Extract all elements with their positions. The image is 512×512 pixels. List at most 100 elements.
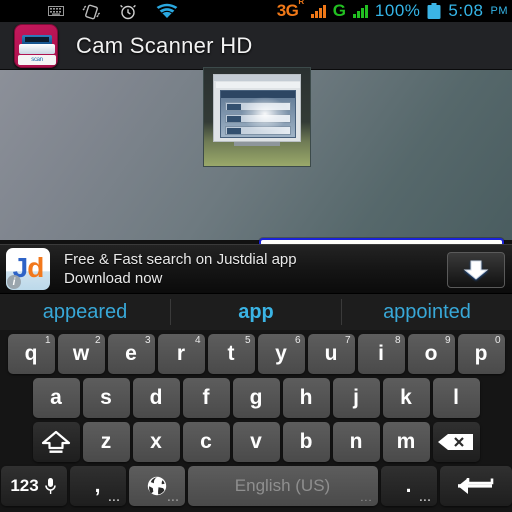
key-b[interactable]: b bbox=[282, 422, 330, 462]
key-i-number: 8 bbox=[394, 335, 401, 346]
key-k[interactable]: k bbox=[382, 378, 430, 418]
key-a[interactable]: a bbox=[32, 378, 80, 418]
key-d[interactable]: d bbox=[132, 378, 180, 418]
signal-bars-g-icon bbox=[352, 4, 368, 18]
thumbnail-photo bbox=[204, 68, 310, 166]
vibrate-icon bbox=[82, 3, 101, 20]
main-content: Title Myapp Discription My app bbox=[0, 67, 512, 306]
shift-icon bbox=[41, 430, 71, 453]
language-key-more-dots: ... bbox=[167, 492, 180, 504]
scanner-glass-shape bbox=[25, 36, 49, 42]
app-icon-cam-scanner[interactable]: scan bbox=[14, 23, 58, 68]
period-key[interactable]: . ... bbox=[380, 466, 437, 506]
key-y[interactable]: y6 bbox=[257, 334, 305, 374]
keyboard-row-1: q1 w2 e3 r4 t5 y6 u7 i8 o9 p0 bbox=[0, 332, 512, 376]
key-q[interactable]: q1 bbox=[7, 334, 55, 374]
key-s[interactable]: s bbox=[82, 378, 130, 418]
period-key-label: . bbox=[405, 474, 412, 497]
key-e-number: 3 bbox=[144, 335, 151, 346]
ad-banner[interactable]: Jd i Free & Fast search on Justdial app … bbox=[0, 244, 512, 294]
network-g-label: G bbox=[332, 1, 346, 20]
globe-icon bbox=[147, 476, 166, 496]
key-t-number: 5 bbox=[244, 335, 251, 346]
key-u-number: 7 bbox=[344, 335, 351, 346]
microphone-icon bbox=[44, 478, 56, 494]
battery-icon bbox=[427, 2, 441, 20]
key-u[interactable]: u7 bbox=[307, 334, 355, 374]
enter-key[interactable] bbox=[439, 466, 512, 506]
on-screen-keyboard: q1 w2 e3 r4 t5 y6 u7 i8 o9 p0 a s d f g … bbox=[0, 330, 512, 512]
document-thumbnail[interactable] bbox=[203, 67, 311, 167]
comma-key-more-dots: ... bbox=[108, 492, 121, 504]
key-p[interactable]: p0 bbox=[457, 334, 505, 374]
key-e[interactable]: e3 bbox=[107, 334, 155, 374]
suggestion-strip: appeared app appointed bbox=[0, 294, 512, 333]
space-key-more-dots: ... bbox=[360, 492, 373, 504]
suggestion-item-2[interactable]: appointed bbox=[342, 301, 512, 324]
ad-info-icon[interactable]: i bbox=[7, 275, 21, 289]
shift-key[interactable] bbox=[32, 422, 80, 462]
network-3g-label: 3GR bbox=[276, 0, 304, 20]
status-bar-right-indicators: 3GR G 100% 5:08 PM bbox=[277, 0, 508, 22]
wifi-icon bbox=[155, 3, 179, 19]
monitor-stand-shape bbox=[234, 142, 280, 146]
key-p-number: 0 bbox=[494, 335, 501, 346]
status-bar: 3GR G 100% 5:08 PM bbox=[0, 0, 512, 22]
signal-bars-3g-icon bbox=[310, 4, 326, 18]
key-o[interactable]: o9 bbox=[407, 334, 455, 374]
key-r-number: 4 bbox=[194, 335, 201, 346]
key-t[interactable]: t5 bbox=[207, 334, 255, 374]
language-switch-key[interactable]: ... bbox=[128, 466, 185, 506]
key-f[interactable]: f bbox=[182, 378, 230, 418]
clock-ampm-label: PM bbox=[490, 5, 508, 17]
ad-headline: Free & Fast search on Justdial app bbox=[64, 251, 297, 268]
key-w-number: 2 bbox=[94, 335, 101, 346]
comma-key[interactable]: , ... bbox=[69, 466, 126, 506]
android-screen: 3GR G 100% 5:08 PM scan Cam Scanner HD J… bbox=[0, 0, 512, 512]
monitor-titlebar-shape bbox=[214, 75, 300, 81]
key-j[interactable]: j bbox=[332, 378, 380, 418]
key-w[interactable]: w2 bbox=[57, 334, 105, 374]
key-h[interactable]: h bbox=[282, 378, 330, 418]
suggestion-selected-text: app bbox=[238, 300, 274, 323]
key-c[interactable]: c bbox=[182, 422, 230, 462]
screen-glare bbox=[242, 97, 288, 131]
suggestion-item-1[interactable]: app bbox=[171, 300, 341, 333]
comma-key-label: , bbox=[94, 474, 101, 497]
battery-percent-label: 100% bbox=[374, 1, 421, 20]
key-i[interactable]: i8 bbox=[357, 334, 405, 374]
key-q-number: 1 bbox=[44, 335, 51, 346]
key-o-number: 9 bbox=[444, 335, 451, 346]
monitor-toolbar-shape bbox=[216, 82, 300, 88]
app-icon-label: scan bbox=[18, 54, 56, 65]
key-l[interactable]: l bbox=[432, 378, 480, 418]
ad-download-button[interactable] bbox=[447, 252, 505, 288]
numeric-mode-key[interactable]: 123 bbox=[0, 466, 67, 506]
alarm-icon bbox=[119, 3, 137, 20]
key-y-number: 6 bbox=[294, 335, 301, 346]
clock-time-label: 5:08 bbox=[448, 1, 484, 20]
page-title: Cam Scanner HD bbox=[76, 32, 253, 58]
keyboard-row-4: 123 , ... ... English (US) ... . ... bbox=[0, 464, 512, 508]
ad-text: Free & Fast search on Justdial app Downl… bbox=[64, 250, 297, 288]
key-z[interactable]: z bbox=[82, 422, 130, 462]
key-v[interactable]: v bbox=[232, 422, 280, 462]
backspace-icon bbox=[438, 434, 473, 450]
keyboard-row-3: z x c v b n m bbox=[0, 420, 512, 464]
backspace-key[interactable] bbox=[432, 422, 480, 462]
status-bar-left-icons bbox=[0, 3, 179, 20]
scanner-base-shape bbox=[19, 43, 55, 54]
key-r[interactable]: r4 bbox=[157, 334, 205, 374]
period-key-more-dots: ... bbox=[419, 492, 432, 504]
key-g[interactable]: g bbox=[232, 378, 280, 418]
app-title-bar: scan Cam Scanner HD bbox=[0, 22, 512, 70]
keyboard-icon bbox=[48, 6, 64, 16]
download-arrow-icon bbox=[463, 260, 489, 280]
keyboard-row-2: a s d f g h j k l bbox=[0, 376, 512, 420]
key-x[interactable]: x bbox=[132, 422, 180, 462]
key-m[interactable]: m bbox=[382, 422, 430, 462]
space-key-label: English (US) bbox=[234, 476, 331, 495]
suggestion-item-0[interactable]: appeared bbox=[0, 301, 170, 324]
space-key[interactable]: English (US) ... bbox=[187, 466, 378, 506]
key-n[interactable]: n bbox=[332, 422, 380, 462]
